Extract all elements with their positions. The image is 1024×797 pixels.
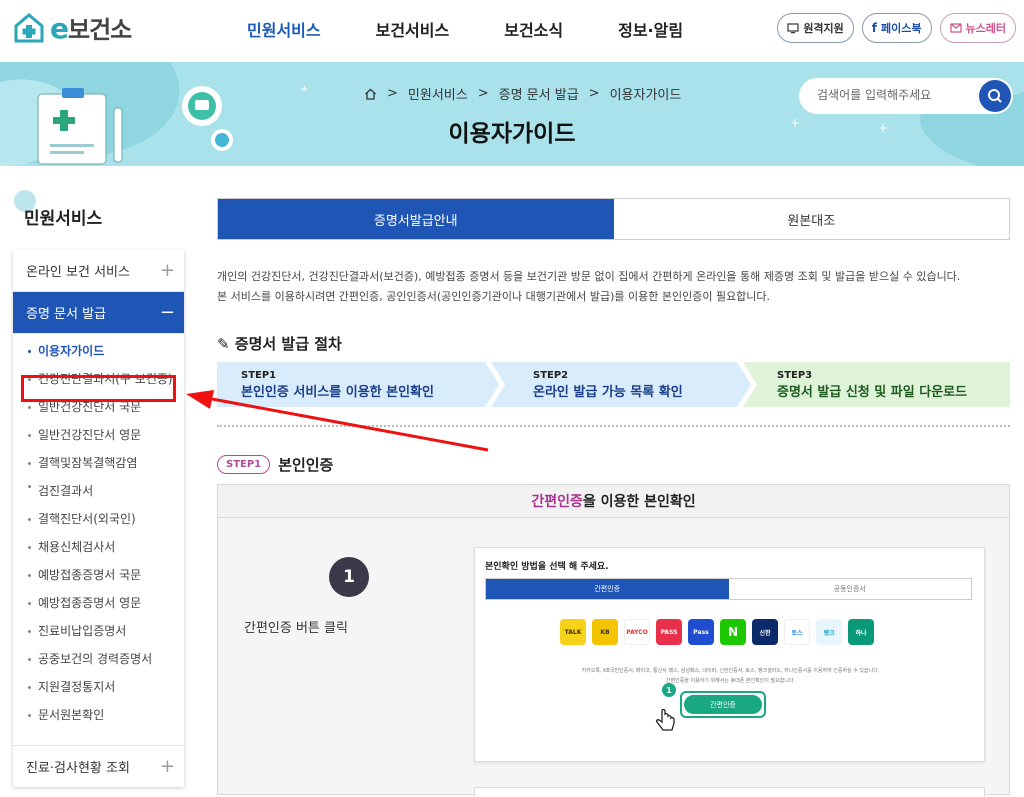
red-arrow bbox=[186, 390, 489, 452]
